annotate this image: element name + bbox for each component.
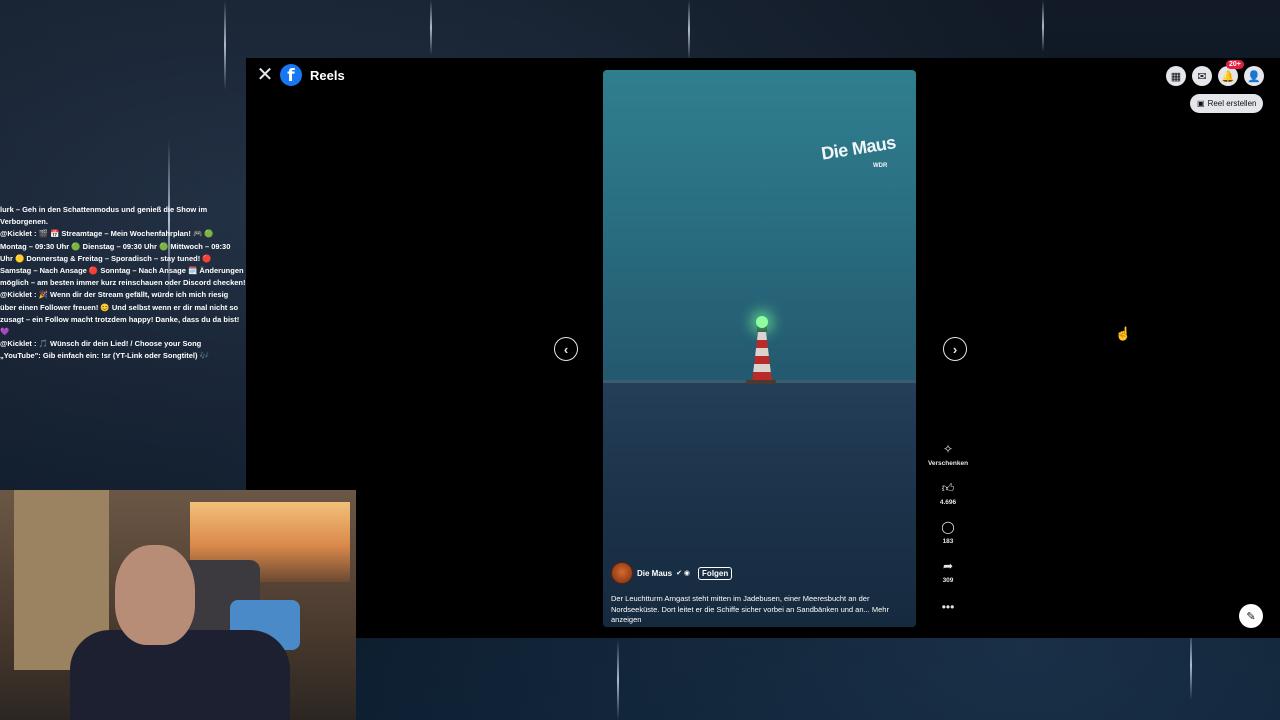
page-title: Reels [310, 68, 345, 83]
close-icon[interactable]: ✕ [256, 65, 274, 85]
hand-cursor-icon: ☝ [1115, 326, 1132, 341]
video-caption[interactable]: Der Leuchtturm Arngast steht mitten im J… [611, 594, 911, 626]
lighthouse-light [756, 316, 768, 328]
video-info: Die Maus ✔ ◉ Folgen Der Leuchtturm Arnga… [611, 562, 911, 626]
chat-line: lurk – Geh in den Schattenmodus und geni… [0, 205, 208, 214]
edit-icon[interactable]: ✎ [1239, 604, 1263, 628]
share-action[interactable]: ➦ 309 [926, 559, 970, 584]
chat-line: Samstag – Nach Ansage 🔴 Sonntag – Nach A… [0, 266, 244, 276]
author-avatar[interactable] [611, 562, 633, 584]
chat-line: Montag – 09:30 Uhr 🟢 Dienstag – 09:30 Uh… [0, 241, 231, 251]
chat-line: zusagt – ein Follow macht trotzdem happy… [0, 314, 240, 324]
reel-icon: ▣ [1197, 99, 1205, 108]
lighthouse [752, 332, 772, 382]
webcam-feed [0, 490, 356, 720]
gift-label: Verschenken [927, 460, 969, 467]
thumbs-up-icon: 👍︎ [941, 481, 955, 495]
chat-line: @Kicklet : 🎉 Wenn dir der Stream gefällt… [0, 290, 229, 300]
author-row: Die Maus ✔ ◉ Folgen [611, 562, 911, 584]
messenger-icon[interactable]: ✉ [1192, 66, 1212, 86]
stream-chat: lurk – Geh in den Schattenmodus und geni… [0, 204, 246, 363]
chat-line: über einen Follower freuen! 😊 Und selbst… [0, 302, 239, 312]
more-dots-icon: ••• [941, 600, 955, 614]
comment-icon: ◯ [941, 520, 955, 534]
author-name[interactable]: Die Maus [637, 569, 672, 578]
chat-line: 💜 [0, 327, 10, 337]
next-reel-button[interactable]: › [943, 337, 967, 361]
chat-line: @Kicklet : 🎬 📅 Streamtage – Mein Wochenf… [0, 229, 214, 239]
chat-line: „YouTube": Gib einfach ein: !sr (YT-Link… [0, 351, 209, 361]
comment-count: 183 [942, 538, 954, 545]
verified-icon: ✔ ◉ [676, 570, 691, 577]
like-action[interactable]: 👍︎ 4.696 [926, 481, 970, 506]
rain-streak [430, 0, 432, 55]
previous-reel-button[interactable]: ‹ [554, 337, 578, 361]
menu-grid-icon[interactable]: ▦ [1166, 66, 1186, 86]
chat-line: Verborgenen. [0, 217, 48, 227]
share-count: 309 [942, 577, 954, 584]
comment-action[interactable]: ◯ 183 [926, 520, 970, 545]
create-reel-label: Reel erstellen [1207, 99, 1257, 108]
chat-line: möglich – am besten immer kurz reinschau… [0, 278, 246, 288]
webcam-person-body [70, 630, 290, 720]
gift-icon: ✧ [942, 442, 954, 456]
channel-watermark-sub: WDR [873, 163, 888, 169]
rain-streak [1042, 0, 1044, 52]
rain-streak [224, 0, 226, 90]
create-reel-button[interactable]: ▣ Reel erstellen [1190, 94, 1264, 113]
profile-avatar[interactable]: 👤 [1244, 66, 1264, 86]
top-right-toolbar: ▦ ✉ 🔔 20+ 👤 [1166, 60, 1264, 86]
chat-line: Uhr 🟡 Donnerstag & Freitag – Sporadisch … [0, 253, 212, 263]
lighthouse-base [746, 380, 776, 384]
notifications-bell-icon[interactable]: 🔔 20+ [1218, 60, 1244, 86]
webcam-person-head [115, 545, 195, 645]
gift-action[interactable]: ✧ Verschenken [926, 442, 970, 467]
chat-line: @Kicklet : 🎵 Wünsch dir dein Lied! / Cho… [0, 339, 202, 349]
share-icon: ➦ [942, 559, 954, 573]
reel-video[interactable]: Die Maus WDR [603, 70, 916, 627]
like-count: 4.696 [939, 499, 957, 506]
follow-button[interactable]: Folgen [698, 566, 733, 580]
rain-streak [688, 0, 690, 60]
channel-watermark: Die Maus [819, 132, 898, 164]
more-options-button[interactable]: ••• [926, 600, 970, 616]
notification-badge: 20+ [1226, 60, 1244, 69]
rain-streak [617, 640, 619, 720]
facebook-logo-icon[interactable]: f [280, 64, 302, 86]
rain-streak [1190, 630, 1192, 700]
